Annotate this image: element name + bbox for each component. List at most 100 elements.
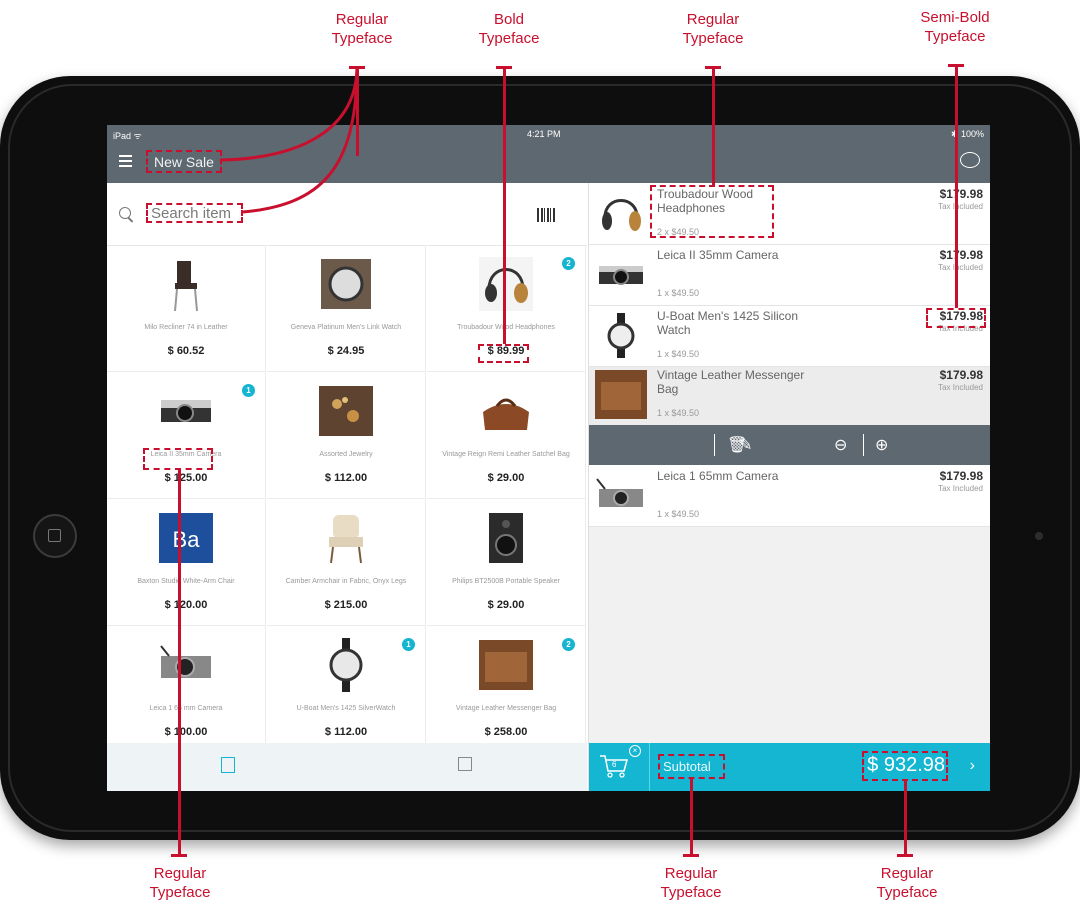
highlight-product-name — [143, 448, 213, 470]
increase-quantity-icon[interactable]: ⊕ — [875, 435, 888, 455]
product-tile[interactable]: Assorted Jewelry $ 112.00 — [267, 372, 426, 499]
cart-item-image — [595, 189, 647, 238]
product-image — [475, 255, 537, 313]
product-price: $ 29.00 — [487, 599, 525, 611]
cart-item-image — [595, 471, 647, 520]
hamburger-menu-icon[interactable] — [119, 155, 132, 169]
product-name: Philips BT2500B Portable Speaker — [452, 578, 560, 585]
cart-item-quantity: 1 x $49.50 — [657, 509, 700, 519]
annotation-top-2: Bold Typeface — [478, 11, 540, 47]
product-name: Assorted Jewelry — [319, 451, 373, 458]
cart-item-name: Vintage Leather Messenger Bag — [657, 368, 805, 396]
product-name: U-Boat Men's 1425 SilverWatch — [296, 705, 396, 712]
product-tile[interactable]: Vintage Leather Messenger Bag $ 258.00 2 — [427, 626, 586, 753]
cart-count: 6 — [612, 760, 617, 769]
product-tile[interactable]: Leica 1 65 mm Camera $ 100.00 — [107, 626, 266, 753]
cart-item-price: $179.98 — [939, 368, 983, 382]
trash-icon[interactable]: 🗑 — [727, 435, 747, 455]
status-carrier: iPad ᯤ — [113, 131, 142, 141]
product-image — [315, 255, 377, 313]
highlight-total — [862, 751, 948, 781]
product-tile[interactable]: Milo Recliner 74 in Leather $ 60.52 — [107, 245, 266, 372]
leader-cap — [897, 854, 913, 857]
camera-dot — [1035, 532, 1043, 540]
cart-item-price: $179.98 — [939, 187, 983, 201]
search-icon — [119, 207, 131, 219]
product-price: $ 100.00 — [164, 726, 208, 738]
product-name: Troubadour Wood Headphones — [457, 324, 555, 331]
svg-text:Ba: Ba — [173, 527, 201, 552]
leader-cap — [683, 854, 699, 857]
action-divider — [714, 434, 715, 456]
grid-view-icon[interactable] — [458, 757, 472, 771]
product-tile[interactable]: U-Boat Men's 1425 SilverWatch $ 112.00 1 — [267, 626, 426, 753]
product-name: Vintage Leather Messenger Bag — [455, 705, 557, 712]
annotation-top-1: Regular Typeface — [331, 11, 393, 47]
leader-line — [712, 66, 715, 185]
product-name: Geneva Platinum Men's Link Watch — [290, 324, 402, 331]
product-image — [155, 382, 217, 440]
cart-icon[interactable]: 6 — [599, 753, 629, 779]
cart-item-quantity: 1 x $49.50 — [657, 288, 700, 298]
highlight-cart-price — [926, 308, 986, 328]
leader-line — [178, 470, 181, 856]
cart-item-quantity: 1 x $49.50 — [657, 349, 700, 359]
barcode-scan-icon[interactable] — [537, 208, 557, 222]
cart-pane: Leica 1 65mm Camera 1 x $49.50 $179.98 Tax … — [588, 183, 990, 791]
annotation-top-4: Semi-Bold Typeface — [920, 9, 990, 45]
cart-item[interactable]: Leica 1 65mm Camera 1 x $49.50 $179.98 Tax … — [589, 465, 990, 527]
chevron-right-icon[interactable]: › — [970, 757, 975, 775]
product-image — [475, 509, 537, 567]
highlight-subtotal-label — [658, 754, 725, 779]
app-header: New Sale — [107, 143, 990, 183]
product-tile[interactable]: Philips BT2500B Portable Speaker $ 29.00 — [427, 499, 586, 626]
cart-item[interactable]: Leica II 35mm Camera 1 x $49.50 $179.98 Tax… — [589, 244, 990, 306]
product-name: Baxton Studio White-Arm Chair — [137, 578, 235, 585]
product-image — [315, 382, 377, 440]
cart-item[interactable]: Vintage Leather Messenger Bag 1 x $49.50 $… — [589, 364, 990, 426]
leader-line — [904, 781, 907, 856]
cart-item-image — [595, 250, 647, 299]
quantity-badge: 1 — [402, 638, 415, 651]
product-name: Vintage Reign Remi Leather Satchel Bag — [442, 451, 570, 458]
annotation-bottom-2: Regular Typeface — [660, 865, 722, 901]
decrease-quantity-icon[interactable]: ⊖ — [834, 435, 847, 455]
product-tile[interactable]: Ba Baxton Studio White-Arm Chair $ 120.00 — [107, 499, 266, 626]
product-image: Ba — [155, 509, 217, 567]
leader-line — [356, 66, 359, 156]
list-view-icon[interactable] — [221, 757, 235, 773]
product-tile[interactable]: Vintage Reign Remi Leather Satchel Bag $ … — [427, 372, 586, 499]
clear-cart-icon[interactable]: × — [629, 745, 641, 757]
annotation-top-3: Regular Typeface — [682, 11, 744, 47]
product-name: Camber Armchair in Fabric, Onyx Legs — [285, 578, 407, 585]
cart-item-actions: ✎ 🗑 ⊖ ⊕ — [589, 425, 990, 465]
checkout-divider — [649, 743, 650, 791]
product-image — [155, 255, 217, 313]
product-image — [315, 509, 377, 567]
app-screen: iPad ᯤ 4:21 PM ✱ 100% New Sale Search it… — [107, 125, 990, 791]
product-image — [315, 636, 377, 694]
action-divider — [863, 434, 864, 456]
product-price: $ 125.00 — [164, 472, 208, 484]
cart-item-quantity: 1 x $49.50 — [657, 408, 700, 418]
quantity-badge: 2 — [562, 638, 575, 651]
product-price: $ 112.00 — [324, 472, 368, 484]
highlight-search — [146, 203, 243, 223]
cart-item-tax: Tax Included — [938, 263, 983, 272]
cart-item-name: Leica II 35mm Camera — [657, 248, 779, 262]
highlight-cart-name — [650, 185, 774, 238]
cart-item-name: Leica 1 65mm Camera — [657, 469, 779, 483]
quantity-badge: 2 — [562, 257, 575, 270]
product-tile[interactable]: Geneva Platinum Men's Link Watch $ 24.95 — [267, 245, 426, 372]
chat-bubble-icon[interactable] — [960, 152, 980, 168]
cart-item-image — [595, 311, 647, 360]
product-name: Milo Recliner 74 in Leather — [144, 324, 228, 331]
product-tile[interactable]: Camber Armchair in Fabric, Onyx Legs $ 21… — [267, 499, 426, 626]
home-button[interactable] — [33, 514, 77, 558]
cart-item-image — [595, 370, 647, 419]
product-price: $ 215.00 — [324, 599, 368, 611]
product-tile[interactable]: Leica II 35mm Camera $ 125.00 1 — [107, 372, 266, 499]
product-price: $ 112.00 — [324, 726, 368, 738]
cart-item-tax: Tax Included — [938, 202, 983, 211]
product-price: $ 29.00 — [487, 472, 525, 484]
